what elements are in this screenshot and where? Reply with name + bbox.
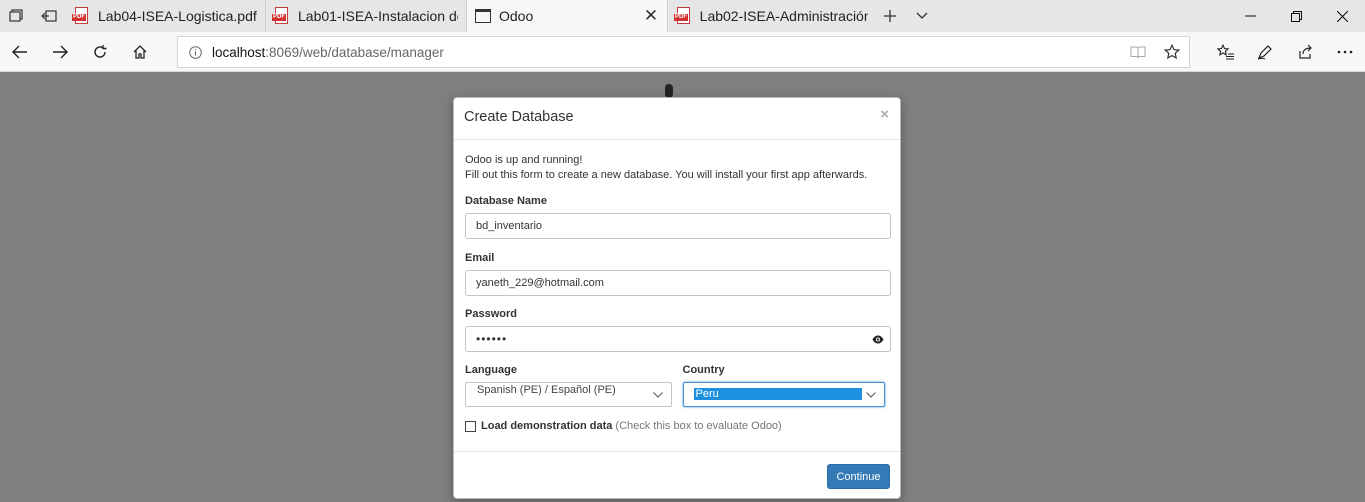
dialog-body: Odoo is up and running! Fill out this fo… bbox=[454, 140, 900, 432]
more-options-icon[interactable] bbox=[1326, 36, 1364, 68]
chevron-down-icon bbox=[865, 389, 876, 401]
refresh-icon[interactable] bbox=[81, 36, 119, 68]
tab-lab01[interactable]: PDF Lab01-ISEA-Instalacion de C bbox=[266, 0, 467, 32]
demo-data-row: Load demonstration data (Check this box … bbox=[465, 420, 889, 432]
tab-odoo[interactable]: Odoo ✕ bbox=[467, 0, 668, 32]
address-bar[interactable]: localhost:8069/web/database/manager bbox=[177, 36, 1190, 68]
new-tab-icon[interactable] bbox=[874, 0, 906, 32]
loading-indicator bbox=[665, 84, 673, 98]
navigation-bar: localhost:8069/web/database/manager bbox=[0, 32, 1365, 72]
intro-line-2: Fill out this form to create a new datab… bbox=[465, 169, 868, 181]
tab-strip: PDF Lab04-ISEA-Logistica.pdf PDF Lab01-I… bbox=[0, 0, 1365, 32]
chevron-down-icon bbox=[652, 389, 663, 401]
url-host: localhost bbox=[212, 44, 266, 60]
continue-button[interactable]: Continue bbox=[827, 464, 890, 489]
back-arrow-icon[interactable] bbox=[1, 36, 39, 68]
tab-title: Odoo bbox=[499, 8, 534, 24]
password-value: •••••• bbox=[476, 332, 508, 346]
database-name-label: Database Name bbox=[465, 195, 547, 207]
dialog-title: Create Database bbox=[464, 109, 574, 125]
tab-title: Lab02-ISEA-Administración bbox=[699, 8, 868, 24]
demo-data-hint: (Check this box to evaluate Odoo) bbox=[615, 420, 782, 432]
language-select[interactable]: Spanish (PE) / Español (PE) bbox=[465, 382, 672, 407]
close-tab-icon[interactable]: ✕ bbox=[643, 6, 659, 25]
favorites-list-icon[interactable] bbox=[1207, 36, 1245, 68]
password-label: Password bbox=[465, 308, 517, 320]
country-select[interactable]: Peru bbox=[682, 382, 885, 407]
dialog-header: Create Database × bbox=[454, 98, 900, 140]
tab-manager-icon[interactable] bbox=[0, 0, 32, 32]
close-window-icon[interactable] bbox=[1319, 0, 1365, 32]
demo-data-checkbox[interactable] bbox=[465, 420, 476, 432]
intro-line-1: Odoo is up and running! bbox=[465, 154, 583, 166]
url-path: :8069/web/database/manager bbox=[265, 44, 444, 60]
restore-icon[interactable] bbox=[1273, 0, 1319, 32]
create-database-dialog: Create Database × Odoo is up and running… bbox=[453, 97, 901, 499]
tab-preview-chevron-down-icon[interactable] bbox=[906, 0, 938, 32]
set-tabs-aside-icon[interactable] bbox=[32, 0, 66, 32]
pdf-icon: PDF bbox=[674, 7, 692, 25]
dialog-close-icon[interactable]: × bbox=[880, 106, 889, 123]
favorite-star-icon[interactable] bbox=[1155, 37, 1189, 67]
minimize-icon[interactable] bbox=[1227, 0, 1273, 32]
database-name-input[interactable]: bd_inventario bbox=[465, 213, 891, 239]
pdf-icon: PDF bbox=[72, 7, 90, 25]
email-label: Email bbox=[465, 252, 495, 264]
intro-text: Odoo is up and running! Fill out this fo… bbox=[465, 153, 889, 183]
dialog-footer: Continue bbox=[454, 451, 900, 499]
show-password-eye-icon[interactable] bbox=[872, 333, 884, 345]
reading-view-icon[interactable] bbox=[1121, 37, 1155, 67]
info-icon[interactable] bbox=[178, 45, 212, 59]
language-label: Language bbox=[465, 364, 517, 376]
country-selected-value: Peru bbox=[693, 388, 862, 400]
tab-title: Lab01-ISEA-Instalacion de C bbox=[298, 8, 458, 24]
tab-lab04[interactable]: PDF Lab04-ISEA-Logistica.pdf bbox=[66, 0, 266, 32]
home-icon[interactable] bbox=[121, 36, 159, 68]
language-selected-value: Spanish (PE) / Español (PE) bbox=[477, 384, 616, 396]
forward-arrow-icon[interactable] bbox=[41, 36, 79, 68]
tab-title: Lab04-ISEA-Logistica.pdf bbox=[98, 8, 257, 24]
pdf-icon: PDF bbox=[272, 7, 290, 25]
email-input[interactable]: yaneth_229@hotmail.com bbox=[465, 270, 891, 296]
tab-lab02[interactable]: PDF Lab02-ISEA-Administración bbox=[668, 0, 868, 32]
demo-data-label[interactable]: Load demonstration data bbox=[481, 420, 612, 432]
url-text[interactable]: localhost:8069/web/database/manager bbox=[212, 45, 444, 60]
share-icon[interactable] bbox=[1286, 36, 1324, 68]
web-note-pen-icon[interactable] bbox=[1246, 36, 1284, 68]
window-icon bbox=[475, 9, 491, 23]
country-label: Country bbox=[682, 364, 725, 376]
password-input[interactable]: •••••• bbox=[465, 326, 891, 352]
